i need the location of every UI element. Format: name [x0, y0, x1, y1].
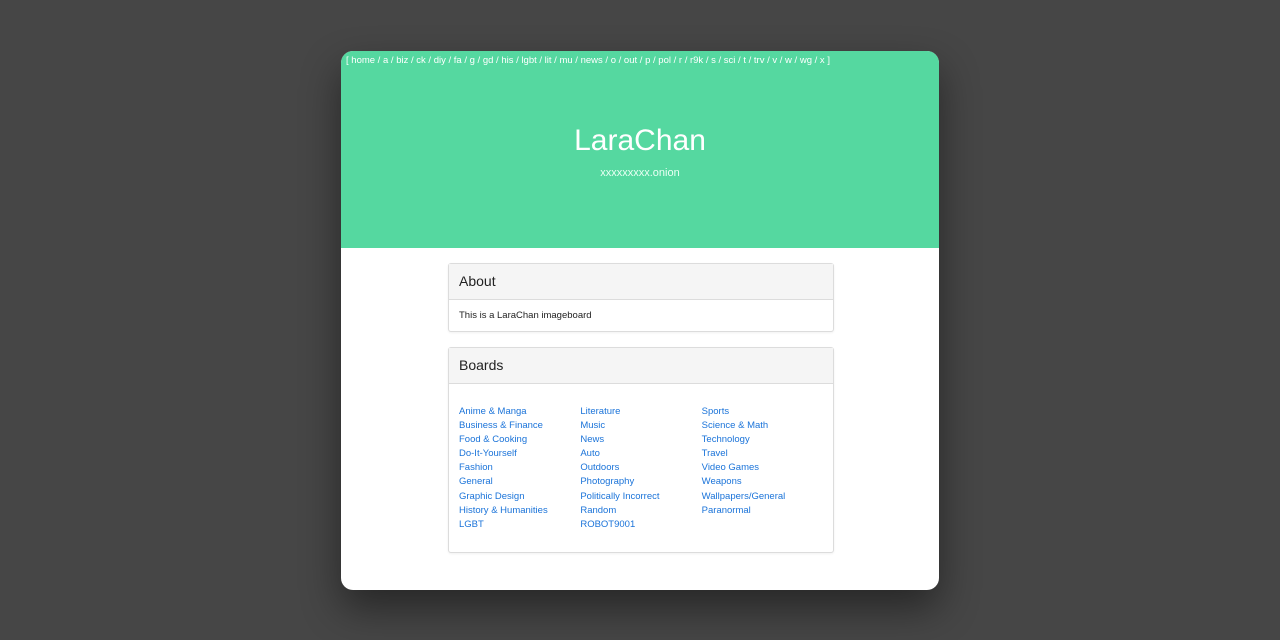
board-link[interactable]: Photography [580, 475, 701, 489]
board-link[interactable]: News [580, 433, 701, 447]
board-link[interactable]: General [459, 475, 580, 489]
about-panel: About This is a LaraChan imageboard [448, 263, 834, 332]
boards-panel: Boards Anime & Manga Business & Finance Fo… [448, 347, 834, 553]
board-link[interactable]: Business & Finance [459, 419, 580, 433]
board-link[interactable]: Graphic Design [459, 490, 580, 504]
nav-separator: / [682, 55, 690, 66]
nav-separator: / [715, 55, 724, 66]
board-link[interactable]: History & Humanities [459, 504, 580, 518]
board-link[interactable]: Sports [702, 405, 823, 419]
nav-open-bracket: [ [346, 55, 349, 66]
board-link[interactable]: Do-It-Yourself [459, 447, 580, 461]
nav-link-lgbt[interactable]: lgbt [521, 55, 536, 66]
site-address: xxxxxxxxx.onion [600, 167, 680, 179]
board-link[interactable]: Paranormal [702, 504, 823, 518]
nav-link-x[interactable]: x [820, 55, 825, 66]
board-link[interactable]: Anime & Manga [459, 405, 580, 419]
nav-separator: / [777, 55, 786, 66]
nav-link-trv[interactable]: trv [754, 55, 765, 66]
board-link[interactable]: LGBT [459, 518, 580, 532]
board-column: Literature Music News Auto Outdoors Photograp… [580, 405, 701, 532]
about-heading: About [449, 264, 833, 300]
nav-link-wg[interactable]: wg [800, 55, 812, 66]
nav-separator: / [602, 55, 611, 66]
board-link[interactable]: Fashion [459, 461, 580, 475]
nav-link-news[interactable]: news [581, 55, 603, 66]
nav-link-r9k[interactable]: r9k [690, 55, 703, 66]
nav-link-diy[interactable]: diy [434, 55, 446, 66]
nav-separator: / [791, 55, 800, 66]
nav-link-biz[interactable]: biz [396, 55, 408, 66]
nav-link-gd[interactable]: gd [483, 55, 494, 66]
board-link[interactable]: Politically Incorrect [580, 490, 701, 504]
board-link[interactable]: Literature [580, 405, 701, 419]
nav-link-his[interactable]: his [501, 55, 513, 66]
nav-separator: / [637, 55, 646, 66]
boards-heading: Boards [449, 348, 833, 384]
board-link[interactable]: Travel [702, 447, 823, 461]
site-title: LaraChan [574, 124, 706, 157]
nav-close-bracket: ] [827, 55, 830, 66]
nav-link-lit[interactable]: lit [545, 55, 552, 66]
nav-separator: / [616, 55, 624, 66]
nav-separator: / [461, 55, 470, 66]
nav-link-w[interactable]: w [785, 55, 792, 66]
board-link[interactable]: Music [580, 419, 701, 433]
nav-separator: / [425, 55, 434, 66]
nav-separator: / [670, 55, 679, 66]
board-link[interactable]: Outdoors [580, 461, 701, 475]
board-link[interactable]: Food & Cooking [459, 433, 580, 447]
app-window: [ home / a / biz / ck / diy / fa / g / g… [341, 51, 939, 590]
nav-link-out[interactable]: out [624, 55, 637, 66]
nav-separator: / [536, 55, 545, 66]
nav-link-pol[interactable]: pol [658, 55, 671, 66]
header-banner: [ home / a / biz / ck / diy / fa / g / g… [341, 51, 939, 248]
nav-separator: / [572, 55, 581, 66]
board-link[interactable]: Auto [580, 447, 701, 461]
nav-separator: / [375, 55, 383, 66]
board-link[interactable]: Weapons [702, 475, 823, 489]
board-link[interactable]: Technology [702, 433, 823, 447]
nav-link-sci[interactable]: sci [724, 55, 736, 66]
nav-link-home[interactable]: home [351, 55, 375, 66]
board-link[interactable]: ROBOT9001 [580, 518, 701, 532]
board-nav: [ home / a / biz / ck / diy / fa / g / g… [346, 54, 830, 67]
nav-link-ck[interactable]: ck [416, 55, 426, 66]
board-link[interactable]: Video Games [702, 461, 823, 475]
nav-separator: / [812, 55, 820, 66]
board-list: Anime & Manga Business & Finance Food & Co… [459, 394, 823, 532]
board-link[interactable]: Wallpapers/General [702, 490, 823, 504]
nav-separator: / [388, 55, 397, 66]
nav-separator: / [474, 55, 483, 66]
about-text: This is a LaraChan imageboard [459, 310, 592, 321]
nav-separator: / [745, 55, 754, 66]
board-column: Sports Science & Math Technology Travel Vide… [702, 405, 823, 532]
board-link[interactable]: Science & Math [702, 419, 823, 433]
board-column: Anime & Manga Business & Finance Food & Co… [459, 405, 580, 532]
nav-link-fa[interactable]: fa [454, 55, 462, 66]
board-link[interactable]: Random [580, 504, 701, 518]
nav-separator: / [703, 55, 712, 66]
nav-separator: / [445, 55, 454, 66]
nav-link-mu[interactable]: mu [559, 55, 572, 66]
